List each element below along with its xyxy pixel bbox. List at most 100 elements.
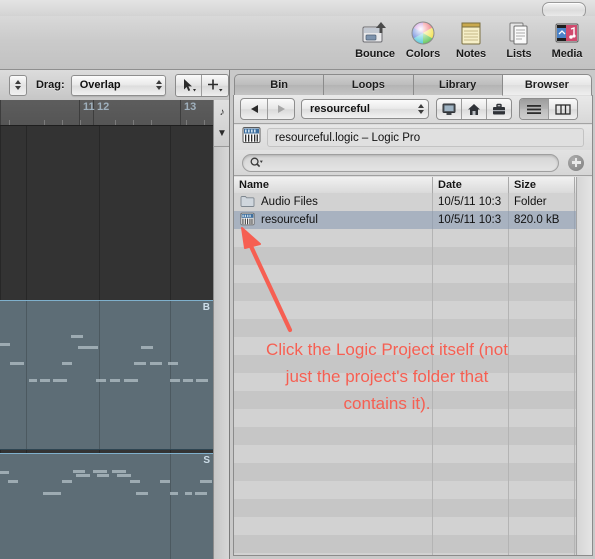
table-row-empty[interactable] xyxy=(234,553,577,555)
empty-cell xyxy=(234,553,433,555)
empty-cell xyxy=(509,409,575,427)
empty-cell xyxy=(509,355,575,373)
file-name-text: Audio Files xyxy=(261,196,318,208)
briefcase-button[interactable] xyxy=(486,99,511,119)
tab-browser[interactable]: Browser xyxy=(501,74,592,96)
table-row[interactable]: Audio Files 10/5/11 10:3 Folder xyxy=(234,193,577,211)
table-row-empty[interactable] xyxy=(234,229,577,247)
midi-region[interactable]: B xyxy=(0,300,213,450)
table-row-empty[interactable] xyxy=(234,247,577,265)
toolbar-button-notes[interactable]: Notes xyxy=(447,18,495,60)
current-document-row: resourceful.logic – Logic Pro xyxy=(234,125,592,150)
empty-cell xyxy=(433,355,509,373)
empty-cell xyxy=(433,373,509,391)
folder-icon xyxy=(240,195,255,210)
empty-cell xyxy=(509,499,575,517)
table-row-empty[interactable] xyxy=(234,445,577,463)
tab-loops[interactable]: Loops xyxy=(323,74,414,96)
table-row-empty[interactable] xyxy=(234,499,577,517)
pencil-tool-button[interactable] xyxy=(201,74,228,96)
empty-cell xyxy=(234,499,433,517)
empty-cell xyxy=(234,427,433,445)
computer-button[interactable] xyxy=(437,99,461,119)
toolbar-button-bounce[interactable]: Bounce xyxy=(351,18,399,60)
tool-selector-group xyxy=(174,73,229,97)
table-row-empty[interactable] xyxy=(234,337,577,355)
note-glyph-icon[interactable]: ♪ xyxy=(220,107,225,118)
path-popup-value: resourceful xyxy=(310,103,370,115)
table-row-empty[interactable] xyxy=(234,319,577,337)
table-row-empty[interactable] xyxy=(234,265,577,283)
back-button[interactable] xyxy=(241,99,267,119)
region-name-label: B xyxy=(202,302,210,313)
list-view-button[interactable] xyxy=(520,99,548,119)
table-row-empty[interactable] xyxy=(234,427,577,445)
column-view-button[interactable] xyxy=(548,99,577,119)
toolbar-label: Colors xyxy=(405,48,441,60)
file-list-scrollbar[interactable] xyxy=(576,177,592,555)
column-header-date[interactable]: Date xyxy=(433,177,509,193)
empty-cell xyxy=(234,355,433,373)
arrange-vertical-scrollbar[interactable] xyxy=(213,100,229,559)
table-row-empty[interactable] xyxy=(234,463,577,481)
ruler-bar-label: 13 xyxy=(184,101,197,113)
table-row-empty[interactable] xyxy=(234,517,577,535)
column-header-size[interactable]: Size xyxy=(509,177,575,193)
empty-cell xyxy=(433,337,509,355)
notes-icon xyxy=(456,18,486,47)
toolbar-label: Bounce xyxy=(355,48,395,60)
empty-cell xyxy=(234,535,433,553)
table-row-empty[interactable] xyxy=(234,283,577,301)
logic-project-icon xyxy=(242,126,261,149)
file-size-cell: Folder xyxy=(509,193,575,211)
list-view-icon xyxy=(527,104,541,114)
empty-cell xyxy=(234,517,433,535)
chevron-down-icon[interactable]: ▼ xyxy=(217,128,227,139)
pointer-tool-button[interactable] xyxy=(176,75,202,96)
empty-cell xyxy=(509,265,575,283)
browser-tabbar: Bin Loops Library Browser xyxy=(230,74,595,96)
tab-bin[interactable]: Bin xyxy=(234,74,325,96)
bar-ruler[interactable]: 11 12 13 xyxy=(0,100,213,126)
table-row-empty[interactable] xyxy=(234,355,577,373)
region-name-label: S xyxy=(203,455,210,466)
empty-cell xyxy=(234,409,433,427)
empty-cell xyxy=(509,427,575,445)
table-row-empty[interactable] xyxy=(234,391,577,409)
add-button[interactable] xyxy=(568,154,584,171)
toolbar-button-media[interactable]: Media xyxy=(543,18,591,60)
window-title-strip xyxy=(0,0,595,18)
arrange-scroll-header-buttons: ♪ ▼ xyxy=(213,100,229,147)
track-canvas[interactable]: B S xyxy=(0,126,213,559)
empty-cell xyxy=(433,283,509,301)
table-row-empty[interactable] xyxy=(234,301,577,319)
table-row-empty[interactable] xyxy=(234,481,577,499)
view-mode-buttons xyxy=(519,98,578,120)
empty-cell xyxy=(433,265,509,283)
empty-cell xyxy=(234,373,433,391)
left-stepper[interactable] xyxy=(9,74,27,96)
path-popup-button[interactable]: resourceful xyxy=(301,99,429,119)
document-name-field[interactable]: resourceful.logic – Logic Pro xyxy=(267,128,584,147)
table-row[interactable]: resourceful 10/5/11 10:3 820.0 kB xyxy=(234,211,577,229)
drag-mode-popup[interactable]: Overlap xyxy=(70,74,166,96)
toolbar-button-colors[interactable]: Colors xyxy=(399,18,447,60)
file-name-cell: Audio Files xyxy=(234,193,433,211)
search-input[interactable] xyxy=(242,153,559,172)
table-row-empty[interactable] xyxy=(234,409,577,427)
column-header-name[interactable]: Name xyxy=(234,177,433,193)
forward-button[interactable] xyxy=(267,99,294,119)
empty-cell xyxy=(234,481,433,499)
file-list[interactable]: Audio Files 10/5/11 10:3 Folder resource… xyxy=(234,193,577,555)
drag-mode-label: Drag: xyxy=(35,79,65,91)
table-row-empty[interactable] xyxy=(234,535,577,553)
empty-cell xyxy=(433,445,509,463)
toolbar-button-lists[interactable]: Lists xyxy=(495,18,543,60)
home-button[interactable] xyxy=(461,99,486,119)
table-row-empty[interactable] xyxy=(234,373,577,391)
midi-region[interactable]: S xyxy=(0,453,213,559)
tab-library[interactable]: Library xyxy=(412,74,503,96)
empty-cell xyxy=(433,553,509,555)
empty-cell xyxy=(433,301,509,319)
stepper-down-icon xyxy=(14,86,21,90)
